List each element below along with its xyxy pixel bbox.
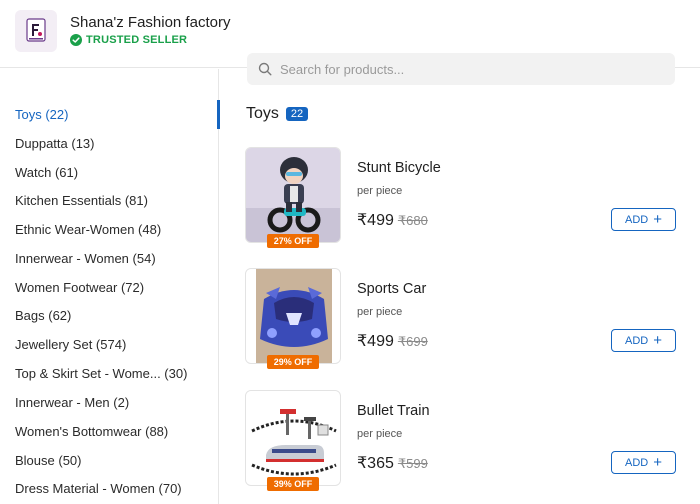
add-to-cart-button[interactable]: ADD + — [611, 208, 676, 231]
sports-car-toy-image — [246, 269, 340, 363]
product-price: ₹365 ₹599 — [357, 453, 428, 473]
product-image[interactable] — [245, 268, 341, 364]
discount-badge: 27% OFF — [267, 234, 319, 248]
plus-icon: + — [653, 211, 662, 228]
store-logo[interactable] — [15, 10, 57, 52]
add-to-cart-button[interactable]: ADD + — [611, 329, 676, 352]
stunt-bicycle-toy-image — [246, 148, 340, 242]
search-input[interactable] — [280, 61, 660, 77]
add-to-cart-button[interactable]: ADD + — [611, 451, 676, 474]
category-item[interactable]: Women Footwear (72) — [0, 273, 219, 301]
product-unit: per piece — [357, 185, 403, 197]
product-card[interactable]: 39% OFF Bullet Train per piece ₹365 ₹599… — [245, 390, 677, 500]
add-button-label: ADD — [625, 334, 649, 347]
category-item[interactable]: Top & Skirt Set - Wome... (30) — [0, 359, 219, 387]
discount-badge: 39% OFF — [267, 477, 319, 491]
discount-badge: 29% OFF — [267, 355, 319, 369]
section-title: Toys — [246, 105, 279, 122]
add-button-label: ADD — [625, 456, 649, 469]
category-item[interactable]: Innerwear - Men (2) — [0, 388, 219, 416]
product-name[interactable]: Stunt Bicycle — [357, 160, 441, 176]
original-price: ₹599 — [397, 456, 428, 471]
original-price: ₹699 — [397, 334, 428, 349]
category-item[interactable]: Duppatta (13) — [0, 129, 219, 157]
store-name: Shana'z Fashion factory — [70, 14, 231, 31]
product-name[interactable]: Bullet Train — [357, 403, 430, 419]
section-header: Toys 22 — [246, 105, 309, 123]
selling-price: ₹499 — [357, 212, 394, 229]
trusted-seller-label: TRUSTED SELLER — [86, 34, 188, 46]
selling-price: ₹499 — [357, 333, 394, 350]
category-item[interactable]: Jewellery Set (574) — [0, 330, 219, 358]
category-item[interactable]: Dress Material - Women (70) — [0, 474, 219, 502]
category-item[interactable]: Innerwear - Women (54) — [0, 244, 219, 272]
category-item[interactable]: Women's Bottomwear (88) — [0, 417, 219, 445]
product-unit: per piece — [357, 306, 403, 318]
category-item[interactable]: Blouse (50) — [0, 446, 219, 474]
product-count-badge: 22 — [285, 107, 309, 121]
product-name[interactable]: Sports Car — [357, 281, 426, 297]
product-price: ₹499 ₹699 — [357, 331, 428, 351]
product-card[interactable]: 27% OFF Stunt Bicycle per piece ₹499 ₹68… — [245, 147, 677, 257]
trusted-seller-badge: TRUSTED SELLER — [70, 34, 187, 46]
check-circle-icon — [70, 34, 82, 46]
category-item[interactable]: Bags (62) — [0, 301, 219, 329]
product-unit: per piece — [357, 428, 403, 440]
search-bar[interactable] — [247, 53, 675, 85]
category-item[interactable]: Ethnic Wear-Women (48) — [0, 215, 219, 243]
add-button-label: ADD — [625, 213, 649, 226]
category-item[interactable]: Toys (22) — [0, 100, 220, 129]
search-icon — [258, 62, 272, 76]
product-card[interactable]: 29% OFF Sports Car per piece ₹499 ₹699 A… — [245, 268, 677, 378]
product-image[interactable] — [245, 147, 341, 243]
category-item[interactable]: Watch (61) — [0, 158, 219, 186]
plus-icon: + — [653, 332, 662, 349]
store-logo-icon — [26, 18, 46, 42]
product-image[interactable] — [245, 390, 341, 486]
original-price: ₹680 — [397, 213, 428, 228]
product-price: ₹499 ₹680 — [357, 210, 428, 230]
category-item[interactable]: Kitchen Essentials (81) — [0, 186, 219, 214]
bullet-train-toy-image — [246, 391, 340, 485]
selling-price: ₹365 — [357, 455, 394, 472]
category-sidebar: Toys (22) Duppatta (13) Watch (61) Kitch… — [0, 69, 220, 504]
plus-icon: + — [653, 454, 662, 471]
